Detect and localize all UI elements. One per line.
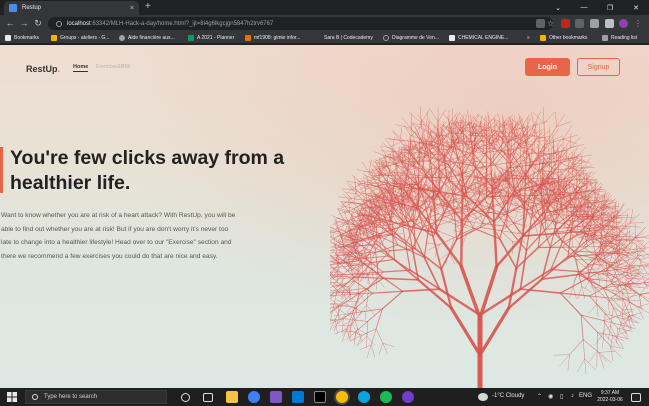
bookmark-favicon-icon — [245, 35, 251, 41]
forward-arrow-icon[interactable]: → — [18, 17, 30, 29]
site-info-icon[interactable] — [56, 20, 62, 27]
spotify-icon[interactable] — [380, 391, 392, 403]
browser-tab-strip: Restup × + ⌄ — ❐ ✕ — [0, 0, 649, 15]
menu-dots-icon[interactable]: ⋮ — [634, 19, 643, 28]
bookmark-item[interactable]: Groups - ateliers - G... — [51, 33, 109, 43]
other-bookmarks-folder[interactable]: Other bookmarks — [540, 33, 587, 43]
github-desktop-icon[interactable] — [402, 391, 414, 403]
maximize-button[interactable]: ❐ — [597, 0, 623, 15]
hero-description: Want to know whether you are at risk of … — [1, 212, 236, 260]
tray-expand-icon[interactable]: ⌃ — [537, 393, 542, 400]
bookmark-favicon-icon — [119, 35, 125, 41]
signup-button[interactable]: Signup — [577, 58, 620, 76]
search-icon — [32, 394, 38, 400]
login-button[interactable]: Login — [525, 58, 570, 76]
address-bar[interactable]: localhost :63342/MLH-Hack-a-day/home.htm… — [48, 17, 553, 30]
extension-icon[interactable] — [561, 19, 570, 28]
bookmarks-bar: Bookmarks Groups - ateliers - G... Aide … — [0, 32, 649, 44]
minimize-button[interactable]: — — [571, 0, 597, 15]
bookmark-item[interactable]: Sara B | Codecademy — [324, 33, 373, 43]
extension-icon[interactable] — [590, 19, 599, 28]
reading-list[interactable]: Reading list — [602, 33, 637, 43]
back-arrow-icon[interactable]: ← — [4, 17, 16, 29]
hero-heading: You're few clicks away from a healthier … — [10, 147, 285, 194]
jetbrains-icon[interactable] — [314, 391, 326, 403]
browser-tab[interactable]: Restup × — [4, 1, 139, 15]
cloud-weather-icon — [478, 393, 488, 401]
new-tab-button[interactable]: + — [145, 1, 151, 12]
chrome-icon[interactable] — [336, 391, 348, 403]
url-host: localhost — [67, 20, 91, 27]
star-icon[interactable]: ☆ — [547, 19, 556, 28]
battery-icon[interactable]: ▯ — [560, 393, 563, 400]
page-content: RestUp. Home Exercise&BMI Login Signup Y… — [0, 45, 649, 388]
extension-icon[interactable] — [575, 19, 584, 28]
taskbar-clock[interactable]: 9:37 AM 2022-03-06 — [593, 390, 627, 404]
url-path: :63342/MLH-Hack-a-day/home.html?_ijt=8i4… — [90, 20, 274, 27]
bookmark-item[interactable]: mf1908: gimie infor... — [245, 33, 300, 43]
share-icon[interactable] — [536, 19, 545, 28]
profile-avatar[interactable] — [619, 19, 628, 28]
star-icon — [5, 35, 11, 41]
clock-date: 2022-03-06 — [597, 397, 623, 403]
windows-start-icon[interactable] — [7, 392, 17, 402]
windows-taskbar: Type here to search -1°C Cloudy ⌃ ◉ ▯ ♪ … — [0, 388, 649, 406]
app-icon[interactable] — [248, 391, 260, 403]
coral-illustration — [330, 106, 649, 388]
volume-icon[interactable]: ♪ — [571, 393, 574, 399]
vscode-icon[interactable] — [292, 391, 304, 403]
bookmark-item[interactable]: Aide financière aux... — [119, 33, 175, 43]
network-icon[interactable]: ◉ — [548, 393, 553, 400]
cortana-icon[interactable] — [181, 393, 190, 402]
language-indicator[interactable]: ENG — [579, 393, 592, 399]
site-logo[interactable]: RestUp. — [26, 64, 60, 74]
task-view-icon[interactable] — [203, 393, 213, 402]
nav-link-exercise-bmi[interactable]: Exercise&BMI — [96, 64, 131, 70]
browser-toolbar: ← → ↻ localhost :63342/MLH-Hack-a-day/ho… — [0, 15, 649, 32]
hero-accent-bar — [0, 147, 3, 193]
bookmark-item[interactable]: Diagramme de Ven... — [383, 33, 439, 43]
bookmark-favicon-icon — [383, 35, 389, 41]
reload-icon[interactable]: ↻ — [32, 17, 44, 29]
bookmark-favicon-icon — [188, 35, 194, 41]
visual-studio-icon[interactable] — [270, 391, 282, 403]
nav-link-home[interactable]: Home — [73, 64, 89, 72]
clock-time: 9:37 AM — [600, 390, 620, 396]
reading-list-icon — [602, 35, 608, 41]
close-window-button[interactable]: ✕ — [623, 0, 649, 15]
notification-icon[interactable] — [631, 393, 641, 402]
file-explorer-icon[interactable] — [226, 391, 238, 403]
bookmarks-folder[interactable]: Bookmarks — [5, 33, 39, 43]
weather-text[interactable]: -1°C Cloudy — [492, 393, 524, 399]
folder-icon — [540, 35, 546, 41]
tab-search-button[interactable]: ⌄ — [545, 0, 571, 15]
tab-favicon-icon — [9, 4, 17, 12]
bookmarks-overflow-button[interactable]: » — [527, 33, 530, 43]
tab-title: Restup — [22, 5, 42, 11]
tab-close-icon[interactable]: × — [130, 5, 134, 12]
bookmark-item[interactable]: A 2021 - Planner — [188, 33, 234, 43]
taskbar-search-box[interactable]: Type here to search — [25, 390, 167, 404]
bookmark-favicon-icon — [449, 35, 455, 41]
edge-icon[interactable] — [358, 391, 370, 403]
search-placeholder: Type here to search — [44, 394, 98, 400]
bookmark-item[interactable]: CHEMICAL ENGINE... — [449, 33, 508, 43]
bookmark-favicon-icon — [51, 35, 57, 41]
puzzle-icon[interactable] — [605, 19, 614, 28]
